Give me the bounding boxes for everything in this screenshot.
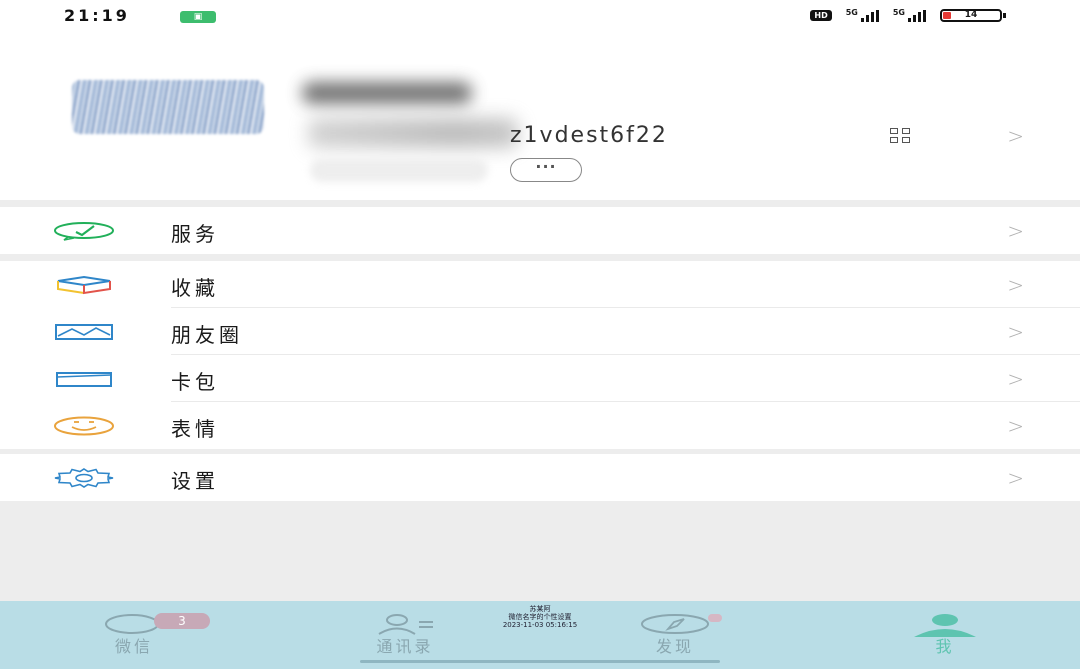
unread-badge: 3 (154, 613, 210, 629)
watermark: 苏某阿 微信名字的个性设置 2023-11-03 05:16:15 (502, 605, 578, 629)
favorites-cube-icon (57, 275, 111, 295)
chevron-right-icon[interactable]: > (1007, 124, 1024, 148)
chevron-right-icon: > (1007, 320, 1024, 344)
gear-icon (54, 468, 114, 488)
qr-code-icon[interactable] (890, 128, 934, 144)
clock: 21:19 (64, 6, 130, 25)
chevron-right-icon: > (1007, 414, 1024, 438)
tab-label: 发现 (655, 637, 694, 656)
menu-label: 设置 (171, 469, 219, 493)
profile-header[interactable]: z1vdest6f22 > ··· (0, 36, 1080, 200)
contacts-icon (378, 614, 433, 635)
chevron-right-icon: > (1007, 273, 1024, 297)
menu-item-stickers[interactable]: 表情 > (0, 402, 1080, 449)
tab-chats[interactable]: 3 微信 (59, 601, 210, 669)
chevron-right-icon: > (1007, 367, 1024, 391)
wechat-id: z1vdest6f22 (510, 123, 668, 148)
service-icon (54, 222, 114, 241)
tab-label: 我 (935, 637, 955, 656)
more-status-button[interactable]: ··· (510, 158, 582, 182)
menu-item-moments[interactable]: 朋友圈 > (0, 308, 1080, 355)
section-features: 收藏 > 朋友圈 > 卡包 > 表情 > (0, 261, 1080, 449)
card-wallet-icon (56, 372, 112, 387)
menu-label: 服务 (171, 222, 219, 246)
menu-item-service[interactable]: 服务 > (0, 207, 1080, 254)
compass-icon (641, 614, 709, 634)
tab-label: 通讯录 (376, 637, 434, 656)
notification-icon: ▣ (180, 11, 216, 23)
chevron-right-icon: > (1007, 466, 1024, 490)
hd-badge: HD (810, 9, 832, 21)
avatar[interactable] (72, 80, 264, 134)
menu-label: 朋友圈 (171, 323, 243, 347)
status-right: HD 5G 5G 14 (810, 8, 1006, 22)
signal-icon: 5G (846, 8, 879, 22)
wechat-id-prefix-blurred (308, 118, 518, 148)
nickname-blurred (302, 82, 472, 104)
battery-icon: 14 (940, 8, 1006, 22)
tab-contacts[interactable]: 通讯录 (330, 601, 480, 669)
bottom-tab-bar: 苏某阿 微信名字的个性设置 2023-11-03 05:16:15 3 微信 通… (0, 601, 1080, 669)
menu-item-cards[interactable]: 卡包 > (0, 355, 1080, 402)
menu-label: 卡包 (171, 370, 219, 394)
signal-icon-2: 5G (893, 8, 926, 22)
home-indicator[interactable] (360, 660, 720, 663)
menu-label: 表情 (171, 417, 219, 441)
status-button-blurred[interactable] (310, 158, 488, 182)
menu-item-settings[interactable]: 设置 > (0, 454, 1080, 501)
menu-item-favorites[interactable]: 收藏 > (0, 261, 1080, 308)
chevron-right-icon: > (1007, 219, 1024, 243)
moments-picture-icon (55, 324, 113, 340)
menu-label: 收藏 (171, 276, 219, 300)
status-bar: 21:19 ▣ HD 5G 5G 14 (0, 0, 1080, 36)
section-settings: 设置 > (0, 454, 1080, 501)
smiley-icon (54, 416, 114, 436)
tab-label: 微信 (114, 637, 153, 656)
section-services: 服务 > (0, 207, 1080, 254)
tab-me[interactable]: 我 (870, 601, 1020, 669)
new-dot-badge (708, 614, 722, 622)
tab-discover[interactable]: 发现 (600, 601, 750, 669)
